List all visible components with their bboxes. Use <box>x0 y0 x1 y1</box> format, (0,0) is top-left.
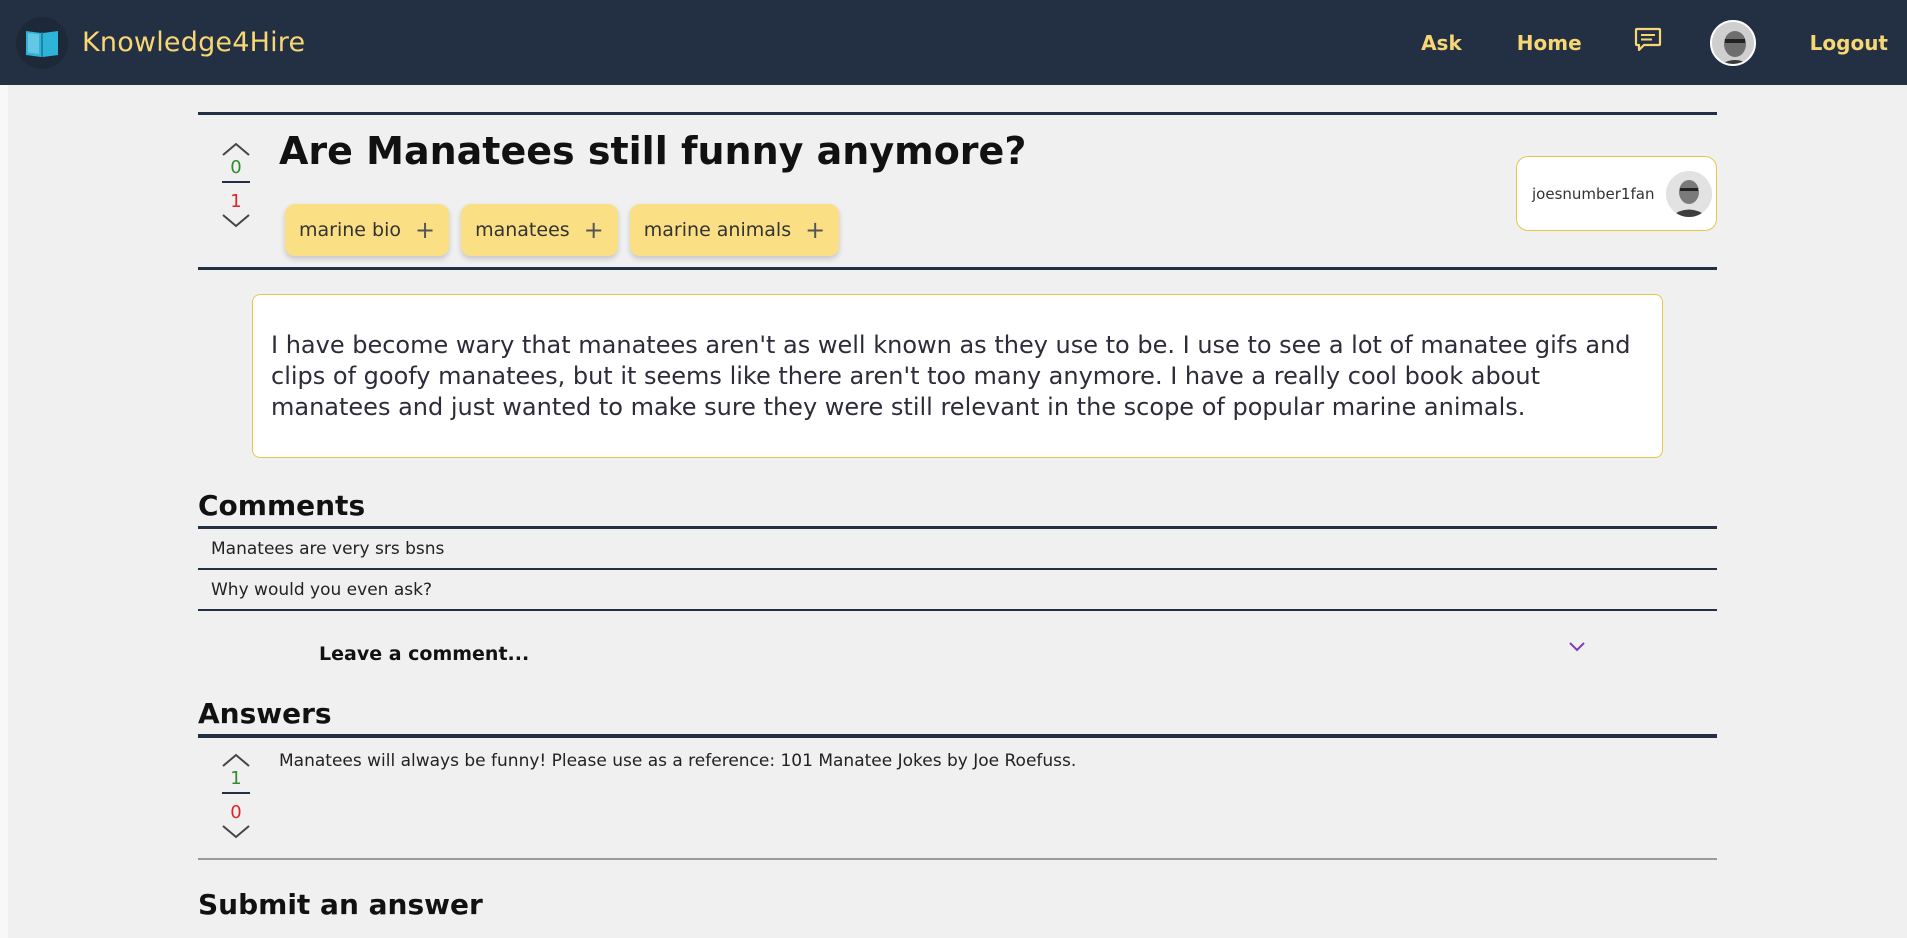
upvote-arrow-icon[interactable] <box>221 752 251 768</box>
nav-home-link[interactable]: Home <box>1517 31 1582 55</box>
plus-icon: + <box>414 216 436 244</box>
author-card[interactable]: joesnumber1fan <box>1516 156 1717 231</box>
comments-heading: Comments <box>198 489 366 522</box>
user-avatar[interactable] <box>1709 19 1756 66</box>
answers-heading: Answers <box>198 697 332 730</box>
submit-answer-heading: Submit an answer <box>198 888 483 921</box>
answer-upvote-count: 1 <box>230 768 242 789</box>
nav-logout-link[interactable]: Logout <box>1810 31 1888 55</box>
answer-downvote-count: 0 <box>230 802 242 823</box>
tag-chip[interactable]: marine bio + <box>285 204 450 256</box>
leave-comment-toggle[interactable]: Leave a comment... <box>198 611 1717 697</box>
question-header: 0 1 Are Manatees still funny anymore? ma… <box>198 112 1717 270</box>
question-page: 0 1 Are Manatees still funny anymore? ma… <box>198 85 1717 925</box>
answer-text: Manatees will always be funny! Please us… <box>279 751 1077 771</box>
comment-item: Why would you even ask? <box>198 570 1717 611</box>
plus-icon: + <box>805 216 826 244</box>
plus-icon: + <box>583 216 604 244</box>
vote-divider <box>222 792 250 794</box>
upvote-arrow-icon[interactable] <box>221 141 251 157</box>
question-downvote-count: 1 <box>230 191 242 212</box>
top-navbar: Knowledge4Hire Ask Home Logout <box>0 0 1907 85</box>
chevron-down-icon[interactable] <box>1568 641 1586 653</box>
question-vote-controls: 0 1 <box>220 141 252 229</box>
tag-label: marine animals <box>643 219 792 241</box>
author-name: joesnumber1fan <box>1532 184 1655 203</box>
tag-label: marine bio <box>299 219 401 241</box>
book-logo-icon <box>16 16 68 69</box>
tag-chip[interactable]: manatees + <box>461 204 618 256</box>
comment-item: Manatees are very srs bsns <box>198 529 1717 570</box>
tag-label: manatees <box>475 219 570 241</box>
brand-name: Knowledge4Hire <box>82 27 306 58</box>
vote-divider <box>222 181 250 183</box>
answers-list: 1 0 Manatees will always be funny! Pleas… <box>198 734 1717 860</box>
downvote-arrow-icon[interactable] <box>221 213 251 229</box>
question-upvote-count: 0 <box>230 157 242 178</box>
question-tags: marine bio + manatees + marine animals + <box>285 204 840 256</box>
leave-comment-label: Leave a comment... <box>319 643 530 665</box>
answer-item: 1 0 Manatees will always be funny! Pleas… <box>198 738 1717 860</box>
answer-vote-controls: 1 0 <box>220 752 252 840</box>
question-body: I have become wary that manatees aren't … <box>252 294 1663 458</box>
tag-chip[interactable]: marine animals + <box>629 204 840 256</box>
brand-link[interactable]: Knowledge4Hire <box>16 16 306 69</box>
author-avatar <box>1666 170 1713 217</box>
chat-icon[interactable] <box>1634 27 1662 53</box>
left-shadow-strip <box>0 85 8 938</box>
comments-list: Manatees are very srs bsns Why would you… <box>198 526 1717 611</box>
question-title: Are Manatees still funny anymore? <box>279 129 1027 173</box>
nav-ask-link[interactable]: Ask <box>1421 31 1462 55</box>
downvote-arrow-icon[interactable] <box>221 824 251 840</box>
